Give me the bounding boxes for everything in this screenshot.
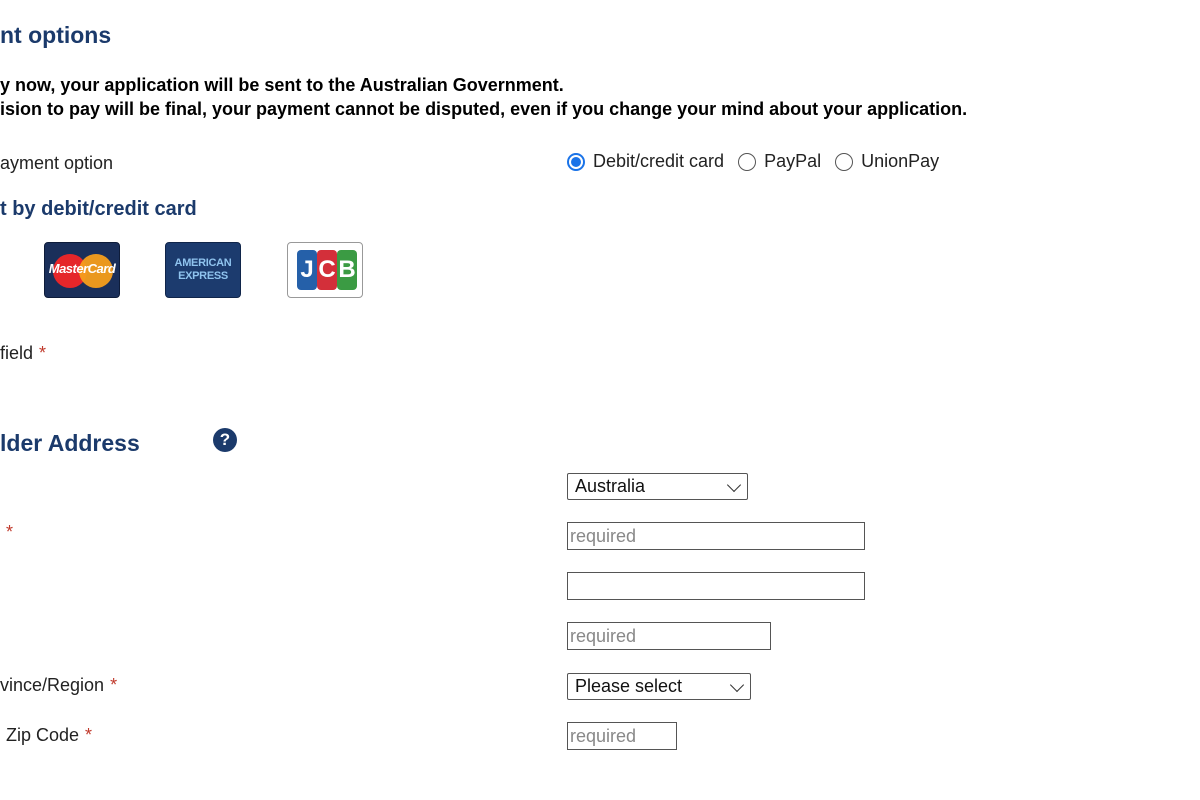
zip-code-input[interactable] xyxy=(567,722,677,750)
payment-option-label: ayment option xyxy=(0,153,114,173)
address-line-1-input[interactable] xyxy=(567,522,865,550)
card-section-title: t by debit/credit card xyxy=(0,198,197,220)
radio-button-paypal[interactable] xyxy=(738,152,757,171)
mastercard-logo-text: MasterCard xyxy=(48,261,116,276)
radio-option-paypal[interactable]: PayPal xyxy=(738,151,821,172)
jcb-logo-c: C xyxy=(317,250,337,290)
radio-button-debit-credit-card[interactable] xyxy=(567,152,585,171)
radio-option-debit-credit-card[interactable]: Debit/credit card xyxy=(567,151,724,172)
address-line-2-input[interactable] xyxy=(567,572,865,600)
radio-option-unionpay[interactable]: UnionPay xyxy=(835,151,939,172)
page-title: nt options xyxy=(0,22,112,48)
jcb-logo-j: J xyxy=(297,250,317,290)
chevron-down-icon xyxy=(729,677,745,693)
state-label-text: vince/Region xyxy=(0,675,105,695)
zip-code-label: Zip Code * xyxy=(6,725,92,746)
cardholder-address-title: lder Address xyxy=(0,430,140,456)
required-mark: * xyxy=(85,725,93,745)
state-select[interactable]: Please select xyxy=(567,673,751,700)
radio-label-paypal: PayPal xyxy=(764,151,822,171)
zip-label-text: Zip Code xyxy=(6,725,80,745)
state-province-region-label: vince/Region * xyxy=(0,675,117,696)
country-select[interactable]: Australia xyxy=(567,473,748,500)
notice-line-2: ision to pay will be final, your payment… xyxy=(0,99,968,119)
required-mark: * xyxy=(6,522,14,542)
state-select-value: Please select xyxy=(575,676,683,696)
required-mark: * xyxy=(39,343,47,363)
radio-button-unionpay[interactable] xyxy=(835,152,854,171)
required-field-note: field * xyxy=(0,343,46,364)
amex-logo-line-1: AMERICAN xyxy=(174,257,232,269)
required-mark: * xyxy=(110,675,118,695)
required-field-label: field xyxy=(0,343,34,363)
country-select-value: Australia xyxy=(575,476,646,496)
radio-label-debit-credit-card: Debit/credit card xyxy=(593,151,725,171)
payment-option-radio-group: Debit/credit card PayPal UnionPay xyxy=(567,151,953,172)
notice-line-1: y now, your application will be sent to … xyxy=(0,75,564,95)
help-icon[interactable]: ? xyxy=(213,428,237,452)
jcb-logo-b: B xyxy=(337,250,357,290)
city-input[interactable] xyxy=(567,622,771,650)
american-express-logo: AMERICAN EXPRESS xyxy=(165,242,241,298)
jcb-logo: J C B xyxy=(287,242,363,298)
radio-label-unionpay: UnionPay xyxy=(861,151,940,171)
chevron-down-icon xyxy=(726,477,742,493)
mastercard-logo: MasterCard xyxy=(44,242,120,298)
address-line-1-required-mark: * xyxy=(6,522,13,543)
amex-logo-line-2: EXPRESS xyxy=(178,270,228,282)
